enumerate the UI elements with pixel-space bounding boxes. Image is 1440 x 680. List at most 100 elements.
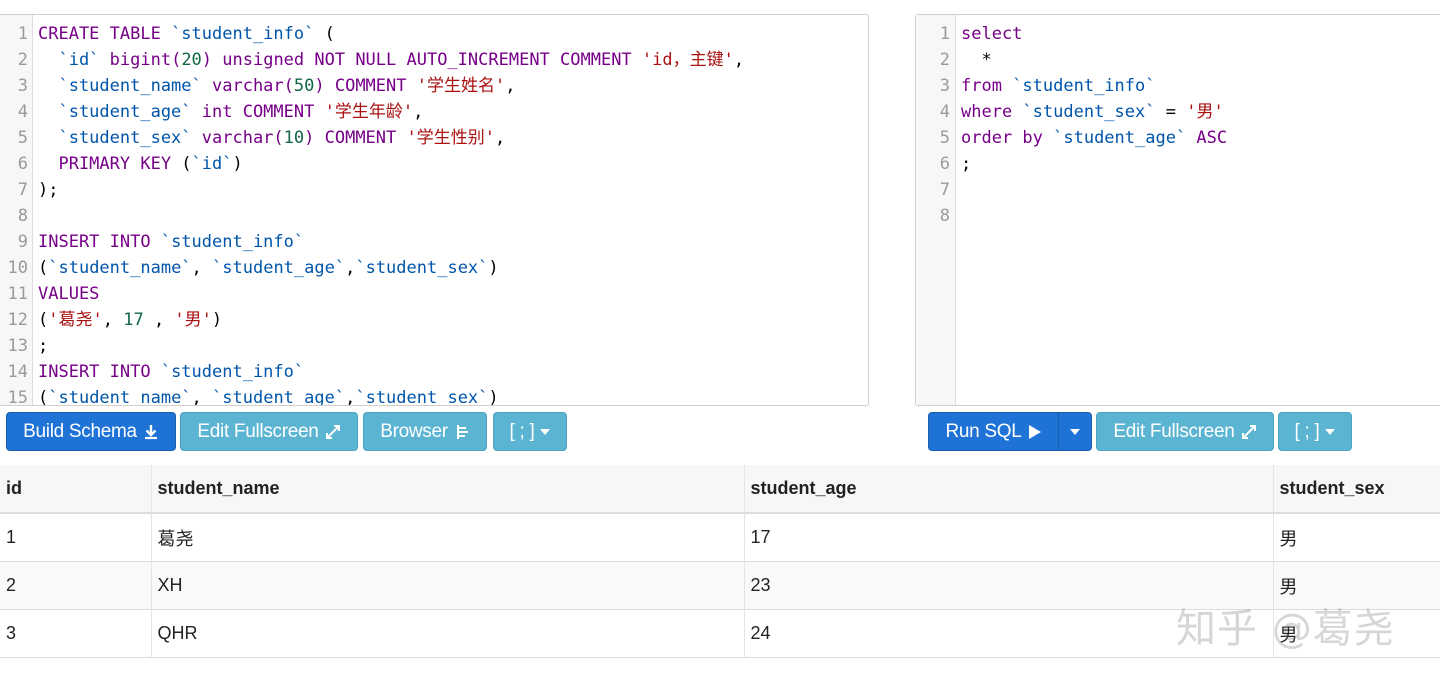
code-text: PRIMARY KEY (`id`): [38, 151, 243, 177]
code-token: `student_sex`: [38, 128, 192, 148]
code-token: `student_info`: [160, 362, 305, 382]
code-token: `student_sex`: [355, 258, 489, 278]
code-token: where: [961, 102, 1023, 122]
table-row: 3 QHR 24 男: [0, 609, 1440, 658]
browser-label: Browser: [380, 420, 448, 442]
browser-button[interactable]: Browser: [363, 412, 487, 451]
code-token: ) COMMENT: [314, 76, 417, 96]
fullscreen-icon: [325, 424, 340, 439]
code-token: ,: [191, 388, 213, 406]
code-line: 15 (`student_name`, `student_age`,`studen…: [0, 385, 868, 406]
code-text: `student_age` int COMMENT '学生年龄',: [38, 99, 423, 125]
code-line: 2 *: [916, 47, 1440, 73]
code-token: int COMMENT: [191, 102, 325, 122]
code-text: );: [38, 177, 58, 203]
edit-fullscreen-button-left[interactable]: Edit Fullscreen: [180, 412, 358, 451]
build-schema-label: Build Schema: [23, 420, 137, 442]
cell-student-name: XH: [150, 561, 744, 610]
edit-fullscreen-button-right[interactable]: Edit Fullscreen: [1096, 412, 1274, 451]
code-token: *: [961, 50, 992, 70]
delimiter-label: [ ; ]: [1294, 420, 1320, 442]
code-token: `student_info`: [160, 232, 305, 252]
code-token: ,: [102, 310, 124, 330]
code-line: 4 `student_age` int COMMENT '学生年龄',: [0, 99, 868, 125]
line-number: 5: [17, 128, 28, 148]
code-line: 1 select: [916, 21, 1440, 47]
code-token: '葛尧': [48, 310, 103, 330]
code-text: *: [961, 47, 992, 73]
code-token: `student_age`: [212, 388, 346, 406]
code-line: 6;: [916, 151, 1440, 177]
code-token: ): [488, 258, 499, 278]
code-lines: 1 select 2 * 3 from `student_info` 4 where `st…: [916, 21, 1440, 229]
code-token: ) unsigned NOT NULL AUTO_INCREMENT COMME…: [201, 50, 642, 70]
line-number: 8: [17, 206, 28, 226]
code-token: from: [961, 76, 1013, 96]
line-number: 7: [17, 180, 28, 200]
line-number: 4: [939, 102, 950, 122]
edit-fullscreen-label: Edit Fullscreen: [197, 420, 319, 442]
line-number: 4: [17, 102, 28, 122]
cell-student-name: QHR: [150, 609, 744, 658]
code-token: order by: [961, 128, 1054, 148]
table-row: 1 葛尧 17 男: [0, 512, 1440, 562]
caret-down-icon: [1325, 428, 1336, 435]
line-number: 6: [939, 154, 950, 174]
code-token: ): [232, 154, 243, 174]
code-token: ,: [345, 388, 356, 406]
code-token: `id`: [38, 50, 100, 70]
build-schema-button[interactable]: Build Schema: [6, 412, 176, 451]
code-token: =: [1155, 102, 1187, 122]
code-line: 6 PRIMARY KEY (`id`): [0, 151, 868, 177]
code-token: ASC: [1186, 128, 1228, 148]
code-token: (: [38, 388, 49, 406]
code-token: (: [38, 258, 49, 278]
column-header-student-age: student_age: [743, 465, 1273, 514]
delimiter-dropdown-right[interactable]: [ ; ]: [1278, 412, 1352, 451]
schema-editor[interactable]: 1 CREATE TABLE `student_info` (2 `id` big…: [0, 14, 869, 406]
code-token: '男': [1186, 102, 1224, 122]
cell-student-sex: 男: [1272, 512, 1440, 562]
code-token: `student_age`: [38, 102, 192, 122]
run-sql-options-dropdown[interactable]: [1058, 412, 1092, 451]
code-line: 7);: [0, 177, 868, 203]
cell-student-age: 23: [743, 561, 1273, 610]
code-token: `student_name`: [48, 388, 192, 406]
code-token: ,: [143, 310, 175, 330]
download-icon: [144, 424, 157, 439]
code-line: 14 INSERT INTO `student_info`: [0, 359, 868, 385]
code-token: varchar(: [191, 128, 284, 148]
code-text: from `student_info`: [961, 73, 1155, 99]
code-token: (: [181, 154, 192, 174]
code-token: `student_sex`: [355, 388, 489, 406]
run-sql-label: Run SQL: [945, 420, 1022, 442]
code-lines: 1 CREATE TABLE `student_info` (2 `id` big…: [0, 21, 868, 406]
code-line: 10 (`student_name`, `student_age`,`studen…: [0, 255, 868, 281]
code-token: `student_info`: [171, 24, 315, 44]
cell-student-sex: 男: [1272, 609, 1440, 658]
results-table: id student_name student_age student_sex …: [0, 465, 1440, 658]
code-text: `id` bigint(20) unsigned NOT NULL AUTO_I…: [38, 47, 744, 73]
code-line: 11 VALUES: [0, 281, 868, 307]
line-number: 13: [7, 336, 28, 356]
line-number: 1: [17, 24, 28, 44]
code-line: 4 where `student_sex` = '男': [916, 99, 1440, 125]
delimiter-dropdown-left[interactable]: [ ; ]: [493, 412, 567, 451]
code-line: 7: [916, 177, 1440, 203]
line-number: 11: [7, 284, 28, 304]
code-token: ,: [345, 258, 356, 278]
delimiter-label: [ ; ]: [509, 420, 535, 442]
code-line: 3 from `student_info`: [916, 73, 1440, 99]
caret-down-icon: [1070, 428, 1080, 435]
code-token: 17: [123, 310, 144, 330]
line-number: 3: [17, 76, 28, 96]
line-number: 5: [939, 128, 950, 148]
cell-id: 1: [0, 512, 151, 562]
code-line: 5 `student_sex` varchar(10) COMMENT '学生性…: [0, 125, 868, 151]
run-sql-button[interactable]: Run SQL: [928, 412, 1059, 451]
column-header-student-sex: student_sex: [1272, 465, 1440, 514]
code-text: order by `student_age` ASC: [961, 125, 1227, 151]
code-token: VALUES: [38, 284, 100, 304]
code-token: '学生年龄': [324, 102, 414, 122]
query-editor[interactable]: 1 select 2 * 3 from `student_info` 4 where `st…: [915, 14, 1440, 406]
